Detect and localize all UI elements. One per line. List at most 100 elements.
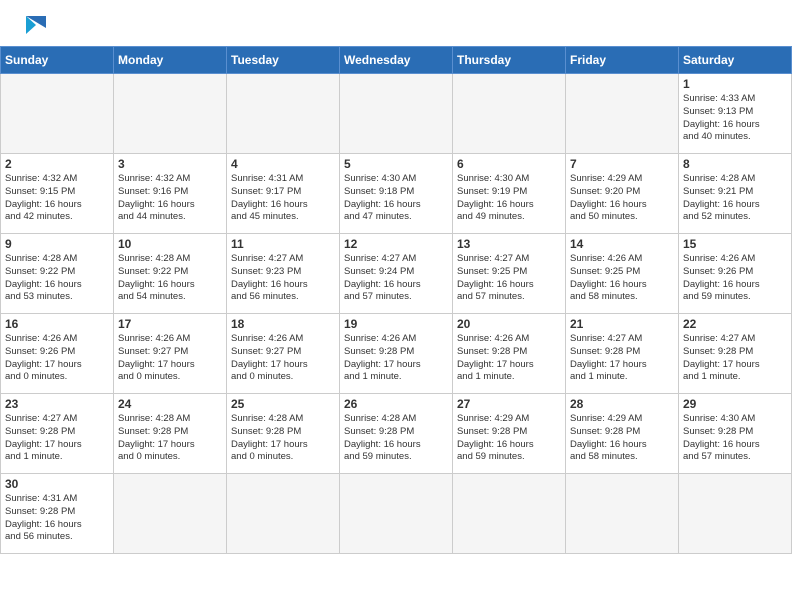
day-info: Sunrise: 4:30 AM Sunset: 9:19 PM Dayligh… — [457, 173, 561, 224]
calendar-cell: 27Sunrise: 4:29 AM Sunset: 9:28 PM Dayli… — [453, 394, 566, 474]
day-number: 12 — [344, 237, 448, 251]
day-number: 23 — [5, 397, 109, 411]
day-info: Sunrise: 4:26 AM Sunset: 9:28 PM Dayligh… — [344, 333, 448, 384]
day-info: Sunrise: 4:30 AM Sunset: 9:18 PM Dayligh… — [344, 173, 448, 224]
calendar-cell — [566, 474, 679, 554]
day-info: Sunrise: 4:27 AM Sunset: 9:28 PM Dayligh… — [570, 333, 674, 384]
calendar-cell: 11 Sunrise: 4:27 AM Sunset: 9:23 PM Dayli… — [227, 234, 340, 314]
day-info: Sunrise: 4:27 AM Sunset: 9:25 PM Dayligh… — [457, 253, 561, 304]
day-number: 13 — [457, 237, 561, 251]
day-number: 14 — [570, 237, 674, 251]
day-number: 29 — [683, 397, 787, 411]
calendar-cell — [566, 74, 679, 154]
day-number: 30 — [5, 477, 109, 491]
calendar-cell — [1, 74, 114, 154]
calendar-cell: 7Sunrise: 4:29 AM Sunset: 9:20 PM Daylig… — [566, 154, 679, 234]
calendar-cell: 13 Sunrise: 4:27 AM Sunset: 9:25 PM Dayli… — [453, 234, 566, 314]
day-info: Sunrise: 4:27 AM Sunset: 9:23 PM Dayligh… — [231, 253, 335, 304]
day-info: Sunrise: 4:28 AM Sunset: 9:21 PM Dayligh… — [683, 173, 787, 224]
day-info: Sunrise: 4:28 AM Sunset: 9:22 PM Dayligh… — [5, 253, 109, 304]
day-info: Sunrise: 4:28 AM Sunset: 9:28 PM Dayligh… — [344, 413, 448, 464]
day-info: Sunrise: 4:32 AM Sunset: 9:15 PM Dayligh… — [5, 173, 109, 224]
calendar-cell: 10 Sunrise: 4:28 AM Sunset: 9:22 PM Dayli… — [114, 234, 227, 314]
day-info: Sunrise: 4:31 AM Sunset: 9:17 PM Dayligh… — [231, 173, 335, 224]
calendar-cell: 1 Sunrise: 4:33 AM Sunset: 9:13 PM Daylig… — [679, 74, 792, 154]
calendar-week-row: 23Sunrise: 4:27 AM Sunset: 9:28 PM Dayli… — [1, 394, 792, 474]
calendar-cell — [227, 74, 340, 154]
day-info: Sunrise: 4:26 AM Sunset: 9:28 PM Dayligh… — [457, 333, 561, 384]
day-info: Sunrise: 4:26 AM Sunset: 9:27 PM Dayligh… — [231, 333, 335, 384]
calendar-week-row: 30 Sunrise: 4:31 AM Sunset: 9:28 PM Dayli… — [1, 474, 792, 554]
weekday-header-wednesday: Wednesday — [340, 47, 453, 74]
calendar-cell: 9 Sunrise: 4:28 AM Sunset: 9:22 PM Daylig… — [1, 234, 114, 314]
day-info: Sunrise: 4:29 AM Sunset: 9:28 PM Dayligh… — [570, 413, 674, 464]
calendar-cell: 15 Sunrise: 4:26 AM Sunset: 9:26 PM Dayli… — [679, 234, 792, 314]
day-number: 9 — [5, 237, 109, 251]
calendar-cell: 8 Sunrise: 4:28 AM Sunset: 9:21 PM Daylig… — [679, 154, 792, 234]
day-info: Sunrise: 4:30 AM Sunset: 9:28 PM Dayligh… — [683, 413, 787, 464]
day-info: Sunrise: 4:28 AM Sunset: 9:22 PM Dayligh… — [118, 253, 222, 304]
day-number: 7 — [570, 157, 674, 171]
day-info: Sunrise: 4:26 AM Sunset: 9:26 PM Dayligh… — [683, 253, 787, 304]
day-info: Sunrise: 4:27 AM Sunset: 9:28 PM Dayligh… — [683, 333, 787, 384]
calendar-cell: 19Sunrise: 4:26 AM Sunset: 9:28 PM Dayli… — [340, 314, 453, 394]
calendar-table: SundayMondayTuesdayWednesdayThursdayFrid… — [0, 46, 792, 554]
calendar-week-row: 9 Sunrise: 4:28 AM Sunset: 9:22 PM Daylig… — [1, 234, 792, 314]
day-number: 28 — [570, 397, 674, 411]
calendar-cell — [453, 474, 566, 554]
calendar-cell: 25Sunrise: 4:28 AM Sunset: 9:28 PM Dayli… — [227, 394, 340, 474]
day-number: 16 — [5, 317, 109, 331]
weekday-header-tuesday: Tuesday — [227, 47, 340, 74]
calendar-cell — [679, 474, 792, 554]
calendar-cell — [114, 74, 227, 154]
calendar-cell: 24Sunrise: 4:28 AM Sunset: 9:28 PM Dayli… — [114, 394, 227, 474]
day-info: Sunrise: 4:31 AM Sunset: 9:28 PM Dayligh… — [5, 493, 109, 544]
calendar-cell: 29 Sunrise: 4:30 AM Sunset: 9:28 PM Dayli… — [679, 394, 792, 474]
weekday-header-friday: Friday — [566, 47, 679, 74]
day-info: Sunrise: 4:33 AM Sunset: 9:13 PM Dayligh… — [683, 93, 787, 144]
page: SundayMondayTuesdayWednesdayThursdayFrid… — [0, 0, 792, 554]
day-number: 1 — [683, 77, 787, 91]
calendar-header: SundayMondayTuesdayWednesdayThursdayFrid… — [1, 47, 792, 74]
day-info: Sunrise: 4:32 AM Sunset: 9:16 PM Dayligh… — [118, 173, 222, 224]
day-number: 6 — [457, 157, 561, 171]
header — [0, 0, 792, 46]
calendar-cell: 30 Sunrise: 4:31 AM Sunset: 9:28 PM Dayli… — [1, 474, 114, 554]
day-number: 8 — [683, 157, 787, 171]
calendar-cell: 22Sunrise: 4:27 AM Sunset: 9:28 PM Dayli… — [679, 314, 792, 394]
calendar-cell: 20 Sunrise: 4:26 AM Sunset: 9:28 PM Dayli… — [453, 314, 566, 394]
day-info: Sunrise: 4:26 AM Sunset: 9:27 PM Dayligh… — [118, 333, 222, 384]
calendar-cell: 18 Sunrise: 4:26 AM Sunset: 9:27 PM Dayli… — [227, 314, 340, 394]
calendar-cell: 23Sunrise: 4:27 AM Sunset: 9:28 PM Dayli… — [1, 394, 114, 474]
calendar-week-row: 1 Sunrise: 4:33 AM Sunset: 9:13 PM Daylig… — [1, 74, 792, 154]
day-info: Sunrise: 4:27 AM Sunset: 9:24 PM Dayligh… — [344, 253, 448, 304]
day-number: 10 — [118, 237, 222, 251]
calendar-cell — [340, 74, 453, 154]
calendar-cell: 2Sunrise: 4:32 AM Sunset: 9:15 PM Daylig… — [1, 154, 114, 234]
calendar-cell: 28 Sunrise: 4:29 AM Sunset: 9:28 PM Dayli… — [566, 394, 679, 474]
calendar-cell — [227, 474, 340, 554]
calendar-cell: 4Sunrise: 4:31 AM Sunset: 9:17 PM Daylig… — [227, 154, 340, 234]
day-number: 18 — [231, 317, 335, 331]
day-number: 20 — [457, 317, 561, 331]
calendar-body: 1 Sunrise: 4:33 AM Sunset: 9:13 PM Daylig… — [1, 74, 792, 554]
day-number: 15 — [683, 237, 787, 251]
calendar-cell — [114, 474, 227, 554]
logo-text — [18, 14, 50, 36]
day-info: Sunrise: 4:26 AM Sunset: 9:26 PM Dayligh… — [5, 333, 109, 384]
day-number: 26 — [344, 397, 448, 411]
calendar-cell: 3 Sunrise: 4:32 AM Sunset: 9:16 PM Daylig… — [114, 154, 227, 234]
calendar-cell: 21Sunrise: 4:27 AM Sunset: 9:28 PM Dayli… — [566, 314, 679, 394]
weekday-header-saturday: Saturday — [679, 47, 792, 74]
day-number: 5 — [344, 157, 448, 171]
calendar-cell: 14Sunrise: 4:26 AM Sunset: 9:25 PM Dayli… — [566, 234, 679, 314]
day-number: 24 — [118, 397, 222, 411]
day-number: 11 — [231, 237, 335, 251]
day-number: 3 — [118, 157, 222, 171]
calendar-week-row: 16 Sunrise: 4:26 AM Sunset: 9:26 PM Dayli… — [1, 314, 792, 394]
calendar-cell: 5 Sunrise: 4:30 AM Sunset: 9:18 PM Daylig… — [340, 154, 453, 234]
calendar-cell — [340, 474, 453, 554]
day-info: Sunrise: 4:28 AM Sunset: 9:28 PM Dayligh… — [231, 413, 335, 464]
calendar-cell — [453, 74, 566, 154]
weekday-header-sunday: Sunday — [1, 47, 114, 74]
